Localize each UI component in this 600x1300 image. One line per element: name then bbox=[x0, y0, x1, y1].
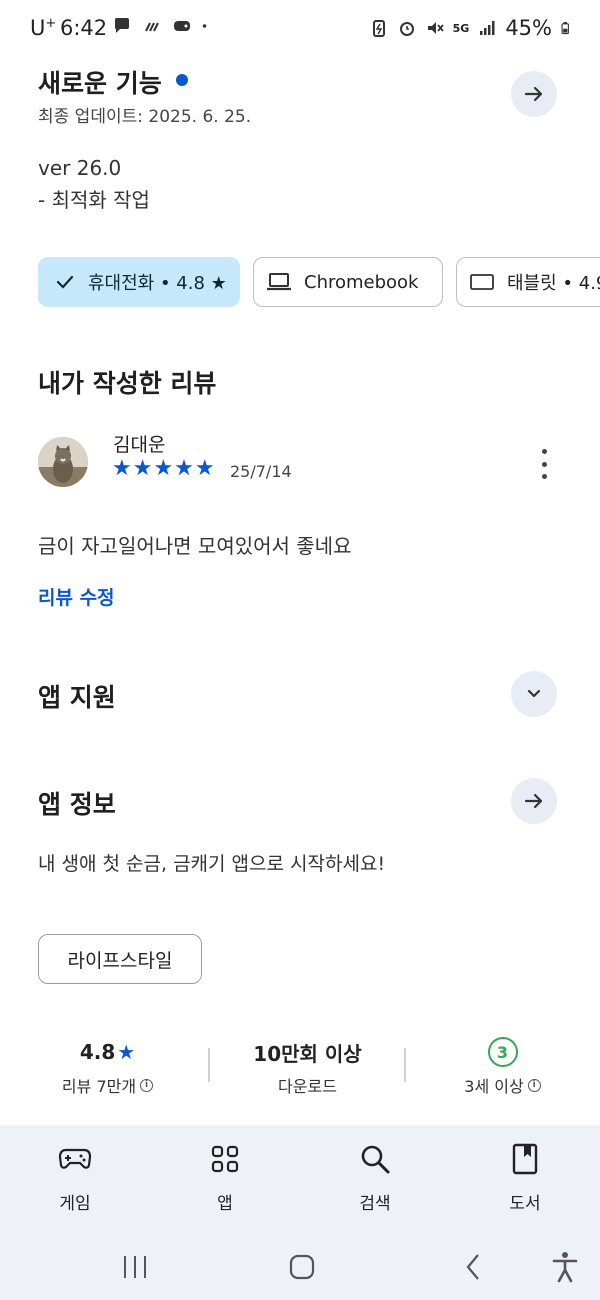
carrier-label: U+ bbox=[30, 16, 57, 40]
app-support-title: 앱 지원 bbox=[38, 683, 116, 712]
chevron-down-icon bbox=[527, 689, 541, 698]
arrow-right-icon bbox=[524, 86, 543, 102]
arrow-right-icon bbox=[524, 793, 543, 809]
more-dot bbox=[541, 461, 547, 467]
age-rating-label: 3세 이상 bbox=[464, 1077, 524, 1096]
stat-divider bbox=[404, 1048, 406, 1082]
star-icon: ★ bbox=[117, 1040, 136, 1064]
age-rating-stat[interactable]: 3 3세 이상 i bbox=[430, 1037, 575, 1097]
tablet-icon bbox=[470, 274, 494, 290]
battery-icon bbox=[561, 22, 569, 35]
more-options-button[interactable] bbox=[532, 449, 556, 479]
battery-percent: 45% bbox=[505, 16, 552, 40]
chip-tablet[interactable]: 태블릿 • 4.9 bbox=[456, 257, 600, 307]
nav-item-apps[interactable]: 앱 bbox=[180, 1141, 270, 1214]
back-icon bbox=[466, 1254, 479, 1280]
edit-review-link[interactable]: 리뷰 수정 bbox=[38, 583, 115, 610]
nav-label-apps: 앱 bbox=[217, 1194, 233, 1214]
stat-divider bbox=[208, 1048, 210, 1082]
app-info-title: 앱 정보 bbox=[38, 790, 116, 819]
nav-item-search[interactable]: 검색 bbox=[330, 1141, 420, 1214]
laptop-icon bbox=[267, 273, 291, 291]
last-updated: 최종 업데이트: 2025. 6. 25. bbox=[38, 107, 252, 127]
nav-label-games: 게임 bbox=[59, 1194, 91, 1214]
category-chip[interactable]: 라이프스타일 bbox=[38, 934, 202, 984]
review-count: 리뷰 7만개 bbox=[61, 1077, 137, 1096]
cat-photo bbox=[38, 437, 88, 487]
review-author: 김대운 bbox=[113, 434, 166, 456]
home-icon bbox=[289, 1254, 315, 1280]
more-dot bbox=[541, 449, 547, 454]
rating-stat[interactable]: 4.8 ★ 리뷰 7만개 i bbox=[40, 1037, 175, 1097]
whats-new-title: 새로운 기능 bbox=[38, 69, 162, 98]
search-icon bbox=[361, 1145, 390, 1174]
app-support-expand-button[interactable] bbox=[511, 671, 557, 717]
nav-item-books[interactable]: 도서 bbox=[480, 1141, 570, 1214]
nav-label-search: 검색 bbox=[359, 1194, 391, 1214]
mute-icon bbox=[427, 22, 444, 34]
whats-new-arrow-button[interactable] bbox=[511, 71, 557, 117]
info-icon: i bbox=[140, 1078, 154, 1092]
app-description: 내 생애 첫 순금, 금캐기 앱으로 시작하세요! bbox=[38, 853, 386, 875]
system-navigation-bar bbox=[0, 1235, 600, 1300]
recent-apps-button[interactable] bbox=[120, 1249, 150, 1285]
more-dot bbox=[541, 474, 547, 479]
release-note-line: - 최적화 작업 bbox=[38, 188, 150, 212]
signal-icon bbox=[480, 21, 495, 35]
notification-icons bbox=[112, 16, 212, 36]
release-note-line: ver 26.0 bbox=[38, 156, 122, 180]
chip-phone[interactable]: 휴대전화 • 4.8 ★ bbox=[38, 257, 240, 307]
chip-chromebook-label: Chromebook bbox=[304, 271, 419, 293]
apps-grid-icon bbox=[211, 1145, 239, 1173]
book-icon bbox=[512, 1143, 538, 1175]
accessibility-icon bbox=[552, 1252, 578, 1283]
new-indicator-dot bbox=[176, 74, 188, 86]
game-icon bbox=[174, 21, 190, 31]
downloads-stat: 10만회 이상 다운로드 bbox=[225, 1037, 390, 1097]
app-info-arrow-button[interactable] bbox=[511, 778, 557, 824]
system-status-icons: 5G 45% bbox=[369, 16, 574, 40]
chip-phone-label: 휴대전화 • 4.8 ★ bbox=[88, 273, 227, 294]
weather-icon bbox=[145, 22, 159, 32]
accessibility-button[interactable] bbox=[550, 1249, 580, 1285]
recent-apps-icon bbox=[124, 1256, 146, 1278]
clock: 6:42 bbox=[60, 16, 108, 40]
release-notes: ver 26.0 - 최적화 작업 bbox=[38, 152, 150, 216]
review-star-rating: ★★★★★ bbox=[112, 456, 216, 481]
status-bar: U+ 6:42 5G 45% bbox=[0, 0, 600, 58]
info-icon: i bbox=[527, 1078, 541, 1092]
review-date: 25/7/14 bbox=[230, 462, 292, 481]
nav-item-games[interactable]: 게임 bbox=[30, 1141, 120, 1214]
downloads-label: 다운로드 bbox=[278, 1077, 337, 1096]
chip-tablet-label: 태블릿 • 4.9 bbox=[507, 273, 600, 294]
nav-label-books: 도서 bbox=[509, 1194, 541, 1214]
downloads-value: 10만회 이상 bbox=[253, 1041, 362, 1066]
network-type: 5G bbox=[452, 21, 470, 35]
check-icon bbox=[56, 275, 74, 289]
my-review-heading: 내가 작성한 리뷰 bbox=[38, 369, 217, 398]
avatar bbox=[38, 437, 88, 487]
bottom-navigation: 게임 앱 검색 도서 bbox=[0, 1125, 600, 1235]
home-button[interactable] bbox=[287, 1249, 317, 1285]
alarm-icon bbox=[399, 22, 414, 36]
battery-saver-icon bbox=[372, 20, 385, 37]
review-text: 금이 자고일어나면 모여있어서 좋네요 bbox=[38, 534, 352, 558]
age-rating-badge: 3 bbox=[487, 1037, 518, 1067]
gamepad-icon bbox=[58, 1148, 92, 1169]
dot-icon bbox=[202, 24, 207, 28]
chip-chromebook[interactable]: Chromebook bbox=[253, 257, 443, 307]
chat-bubble-icon bbox=[115, 18, 129, 33]
rating-value: 4.8 bbox=[79, 1040, 116, 1064]
back-button[interactable] bbox=[458, 1249, 488, 1285]
